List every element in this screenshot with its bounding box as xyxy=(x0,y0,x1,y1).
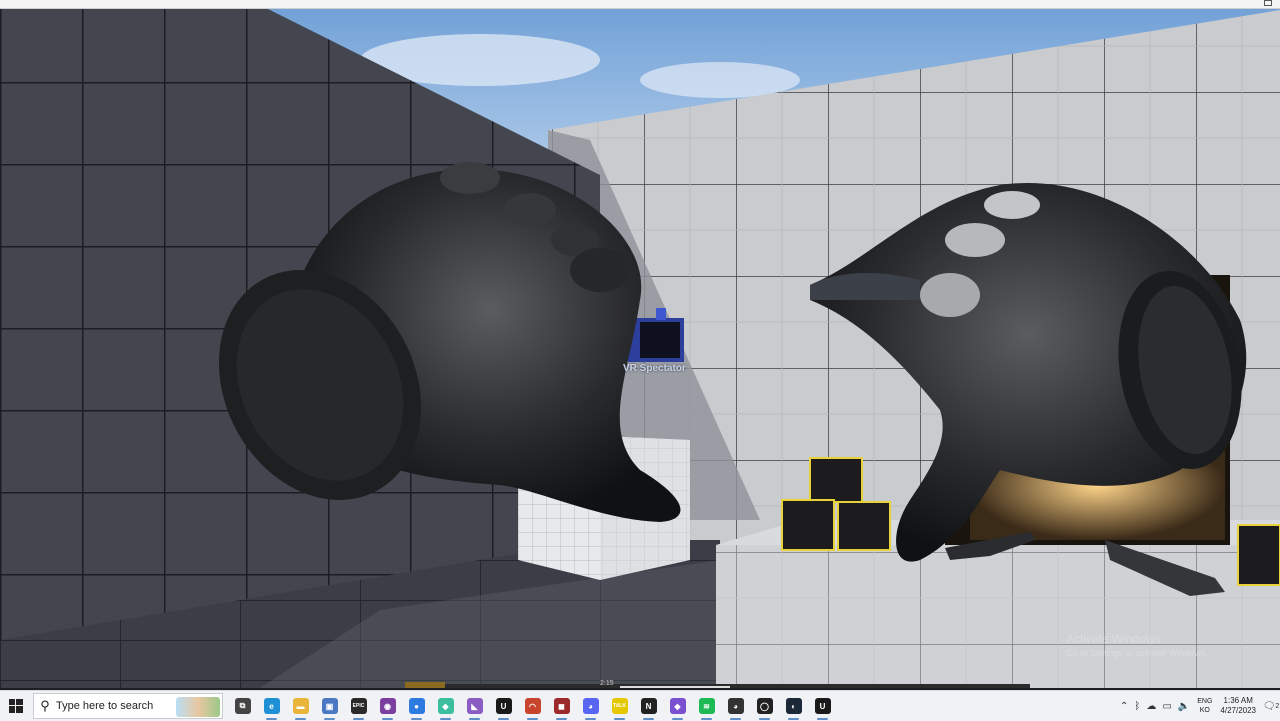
notion-icon: N xyxy=(640,698,657,714)
vr-game-viewport[interactable]: VR Spectator Activate Windows Go to Sett… xyxy=(0,0,1280,688)
notification-count: 2 xyxy=(1275,702,1280,710)
taskbar-app-kakaotalk[interactable]: TALK xyxy=(605,691,634,721)
taskbar-app-epic-games[interactable]: EPIC xyxy=(344,691,373,721)
task-view-icon: ⧉ xyxy=(234,698,251,714)
unreal-engine-icon: U xyxy=(495,698,512,714)
taskbar-app-oculus[interactable]: ◯ xyxy=(750,691,779,721)
github-desktop-icon: ◉ xyxy=(379,698,396,714)
taskbar-app-spotify[interactable]: ≋ xyxy=(692,691,721,721)
windows-logo-icon xyxy=(9,699,23,713)
system-tray: ⌃ ᛒ ☁ ▭ 🔈 ENG KO 1:36 AM 4/27/2023 🗨 2 xyxy=(1117,691,1280,721)
clock-date: 4/27/2023 xyxy=(1220,706,1256,715)
edge-icon: e xyxy=(263,698,280,714)
bluetooth-icon[interactable]: ᛒ xyxy=(1134,701,1140,712)
maps-icon: ● xyxy=(408,698,425,714)
chevron-up-icon[interactable]: ⌃ xyxy=(1120,701,1128,712)
file-explorer-icon: ▬ xyxy=(292,698,309,714)
visual-studio-icon: ◣ xyxy=(466,698,483,714)
kakaotalk-icon: TALK xyxy=(611,698,628,714)
taskbar-app-git-kraken[interactable]: ◆ xyxy=(431,691,460,721)
vr-scene-render xyxy=(0,0,1280,688)
volume-icon[interactable]: 🔈 xyxy=(1178,701,1190,712)
unreal-engine-2-icon: U xyxy=(814,698,831,714)
search-icon: ⚲ xyxy=(40,698,50,713)
taskbar-app-davinci[interactable]: ◕ xyxy=(721,691,750,721)
notification-center-button[interactable]: 🗨 2 xyxy=(1262,691,1280,721)
scrub-time: 2:15 xyxy=(600,680,614,687)
spotify-icon: ≋ xyxy=(698,698,715,714)
lang-secondary: KO xyxy=(1199,707,1210,714)
taskbar-app-file-explorer[interactable]: ▬ xyxy=(286,691,315,721)
maximize-icon[interactable] xyxy=(1264,0,1272,6)
language-indicator[interactable]: ENG KO xyxy=(1197,697,1212,715)
taskbar-app-unreal-engine-2[interactable]: U xyxy=(808,691,837,721)
git-kraken-icon: ◆ xyxy=(437,698,454,714)
activate-windows-watermark: Activate Windows Go to Settings to activ… xyxy=(1066,632,1208,658)
cloud-icon[interactable]: ☁ xyxy=(1146,701,1156,712)
search-placeholder: Type here to search xyxy=(56,700,154,712)
taskbar-app-headset[interactable]: ◠ xyxy=(518,691,547,721)
activate-windows-title: Activate Windows xyxy=(1066,632,1161,646)
davinci-icon: ◕ xyxy=(727,698,744,714)
taskbar-app-github-desktop[interactable]: ◉ xyxy=(373,691,402,721)
discord-icon: ◕ xyxy=(582,698,599,714)
notification-icon: 🗨 xyxy=(1262,700,1276,712)
taskbar-app-game-app[interactable]: ◼ xyxy=(547,691,576,721)
scrub-thumbnail xyxy=(405,682,445,688)
taskbar-app-notion[interactable]: N xyxy=(634,691,663,721)
vr-spectator-label: VR Spectator xyxy=(623,363,686,374)
lang-primary: ENG xyxy=(1197,698,1213,705)
remote-desktop-icon: ▣ xyxy=(321,698,338,714)
taskbar-app-edge[interactable]: e xyxy=(257,691,286,721)
network-icon[interactable]: ▭ xyxy=(1162,701,1171,712)
clock-time: 1:36 AM xyxy=(1223,696,1253,705)
game-app-icon: ◼ xyxy=(553,698,570,714)
video-scrub-bar[interactable]: 2:15 xyxy=(405,680,1030,688)
search-highlight-image xyxy=(176,697,220,717)
browser-title-bar xyxy=(0,0,1280,9)
activate-windows-subtitle: Go to Settings to activate Windows. xyxy=(1066,648,1209,658)
taskbar-app-task-view[interactable]: ⧉ xyxy=(228,691,257,721)
steam-icon: ◐ xyxy=(785,698,802,714)
taskbar-app-discord[interactable]: ◕ xyxy=(576,691,605,721)
taskbar-search-box[interactable]: ⚲ Type here to search xyxy=(33,693,223,719)
headset-icon: ◠ xyxy=(524,698,541,714)
taskbar-app-maps[interactable]: ● xyxy=(402,691,431,721)
taskbar-app-obsidian[interactable]: ◆ xyxy=(663,691,692,721)
start-button[interactable] xyxy=(0,691,32,721)
taskbar-clock[interactable]: 1:36 AM 4/27/2023 xyxy=(1220,696,1256,716)
oculus-icon: ◯ xyxy=(756,698,773,714)
windows-taskbar: ⚲ Type here to search ⧉ e ▬ ▣ EPIC ◉ ● ◆ ◣ U ◠ ◼ ◕ TA… xyxy=(0,690,1280,721)
taskbar-app-steam[interactable]: ◐ xyxy=(779,691,808,721)
taskbar-app-remote-desktop[interactable]: ▣ xyxy=(315,691,344,721)
obsidian-icon: ◆ xyxy=(669,698,686,714)
scrub-progress xyxy=(620,686,730,688)
taskbar-app-visual-studio[interactable]: ◣ xyxy=(460,691,489,721)
taskbar-app-unreal-engine[interactable]: U xyxy=(489,691,518,721)
taskbar-apps: ⧉ e ▬ ▣ EPIC ◉ ● ◆ ◣ U ◠ ◼ ◕ TALK N ◆ ≋ ◕ ◯ ◐ U xyxy=(228,691,837,721)
epic-games-icon: EPIC xyxy=(350,698,367,714)
